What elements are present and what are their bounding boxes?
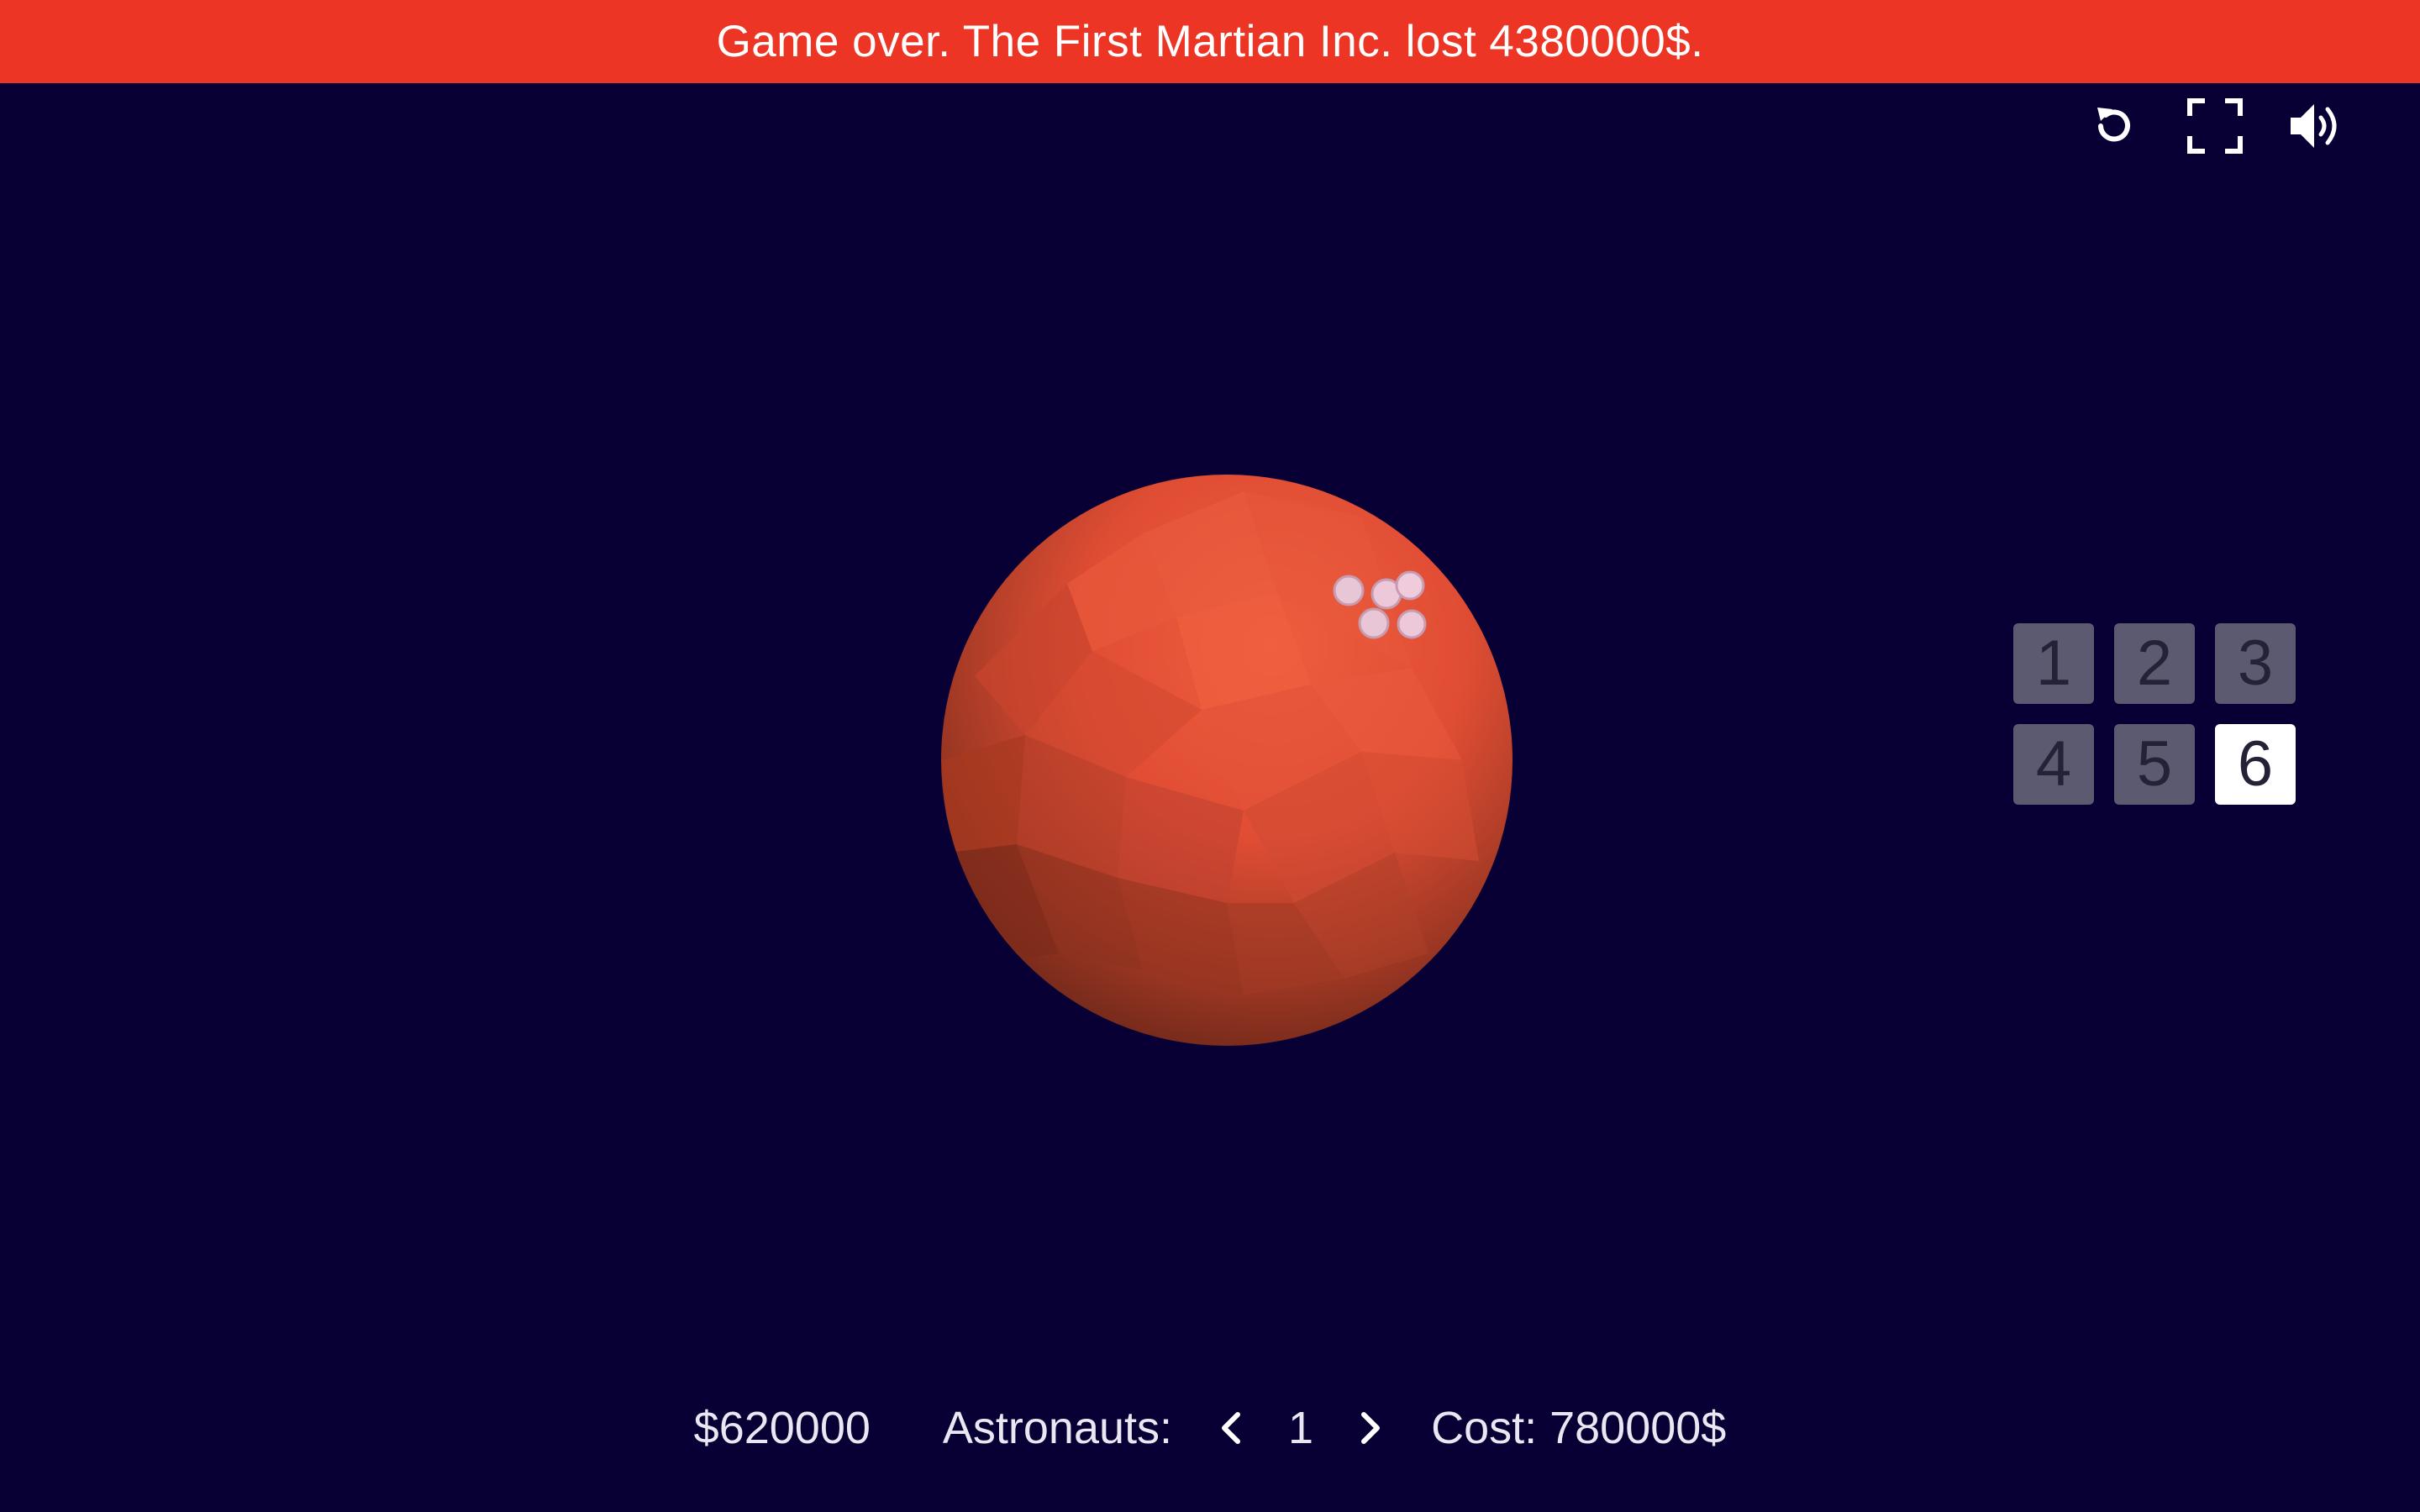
level-button-6[interactable]: 6	[2215, 724, 2296, 805]
level-button-4[interactable]: 4	[2013, 724, 2094, 805]
colony-pod	[1358, 607, 1390, 639]
restart-icon	[2097, 108, 2130, 142]
game-over-banner: Game over. The First Martian Inc. lost 4…	[0, 0, 2420, 83]
astronauts-label: Astronauts:	[942, 1403, 1173, 1453]
decrease-astronauts-button[interactable]	[1214, 1403, 1248, 1453]
colony-pod	[1397, 609, 1427, 639]
speaker-icon	[2291, 104, 2337, 148]
game-screen: Game over. The First Martian Inc. lost 4…	[0, 0, 2420, 1512]
colony-pod	[1333, 575, 1365, 606]
chevron-left-icon	[1222, 1412, 1241, 1444]
restart-button[interactable]	[2082, 94, 2146, 158]
cost-display: Cost: 780000$	[1431, 1403, 1727, 1453]
level-selector: 1 2 3 4 5 6	[2013, 623, 2296, 805]
mars-planet[interactable]	[924, 458, 1529, 1063]
level-button-1[interactable]: 1	[2013, 623, 2094, 704]
level-button-2[interactable]: 2	[2114, 623, 2195, 704]
status-bar: $620000 Astronauts: 1 Cost: 780000$	[0, 1394, 2420, 1462]
level-button-5[interactable]: 5	[2114, 724, 2195, 805]
sound-button[interactable]	[2284, 94, 2348, 158]
fullscreen-icon	[2187, 98, 2243, 154]
fullscreen-button[interactable]	[2183, 94, 2247, 158]
planet-graphic	[941, 475, 1512, 1046]
astronauts-count: 1	[1288, 1403, 1314, 1453]
increase-astronauts-button[interactable]	[1354, 1403, 1387, 1453]
colony-pod	[1395, 570, 1425, 601]
level-button-3[interactable]: 3	[2215, 623, 2296, 704]
money-display: $620000	[693, 1403, 871, 1453]
chevron-right-icon	[1361, 1412, 1381, 1444]
game-over-message: Game over. The First Martian Inc. lost 4…	[716, 17, 1704, 66]
top-controls	[2082, 94, 2348, 158]
